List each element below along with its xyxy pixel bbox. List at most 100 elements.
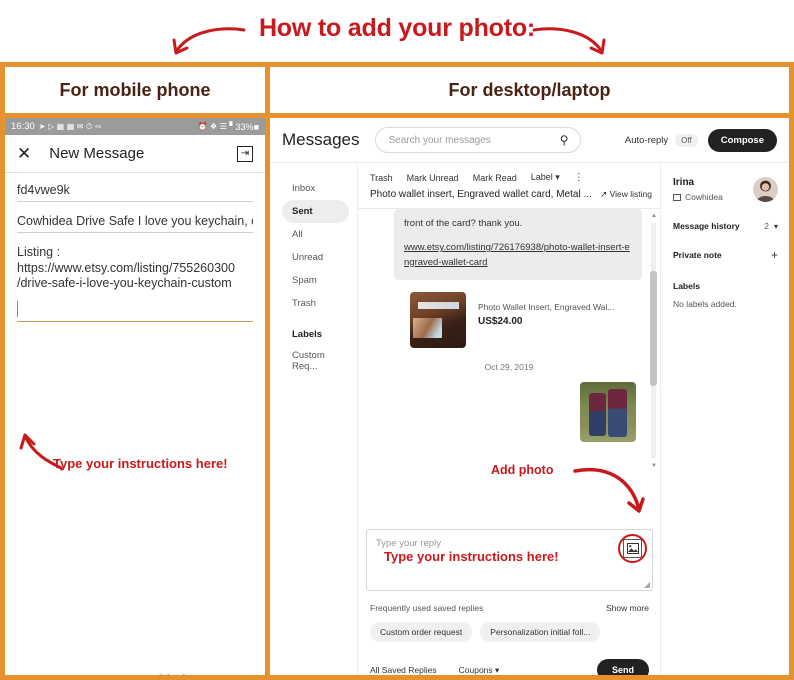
thread-scrollbar[interactable]: ▲ ▼ [650, 213, 657, 469]
saved-reply-chip-personalization[interactable]: Personalization initial foll... [480, 622, 601, 642]
saved-reply-chip-custom-order[interactable]: Custom order request [370, 622, 473, 642]
close-icon[interactable]: ✕ [17, 145, 31, 162]
mobile-message-body-input[interactable] [17, 300, 253, 322]
mobile-listing-url-line1: https://www.etsy.com/listing/755260300 [17, 260, 235, 275]
chevron-down-icon: ▾ [555, 172, 560, 182]
labels-empty-text: No labels added. [673, 299, 737, 309]
bluetooth-icon: ❖ [210, 122, 218, 131]
banner: How to add your photo: [0, 0, 794, 62]
auto-reply-toggle[interactable]: Off [675, 133, 698, 147]
listing-thumbnail [410, 291, 466, 348]
desktop-panel: Messages Search your messages ⚲ Auto-rep… [270, 118, 789, 675]
mobile-listing-url-line2: /drive-safe-i-love-you-keychain-custom [17, 276, 232, 291]
column-heading-desktop: For desktop/laptop [448, 79, 611, 100]
mobile-appbar: ✕ New Message ⇥ [5, 135, 265, 173]
compose-button[interactable]: Compose [707, 128, 777, 152]
sidebar-item-all[interactable]: All [282, 223, 349, 246]
scroll-down-icon[interactable]: ▼ [651, 463, 657, 469]
youtube-icon: ▷ [47, 122, 55, 131]
column-heading-mobile: For mobile phone [59, 79, 211, 100]
resize-handle[interactable]: ◢ [644, 580, 650, 589]
frame-border-bottom [0, 675, 794, 680]
desktop-annotation-add-photo: Add photo [491, 463, 554, 477]
banner-arrow-right-icon [532, 27, 606, 55]
search-input[interactable]: Search your messages ⚲ [375, 127, 582, 153]
desktop-main: Trash Mark Unread Mark Read Label ▾ ⋮ Ph… [358, 163, 661, 675]
e-icon-2: ▦ [66, 122, 75, 131]
sent-photo-attachment[interactable] [580, 381, 636, 442]
shop-icon [673, 193, 681, 201]
all-saved-replies-link[interactable]: All Saved Replies [370, 665, 437, 675]
labels-heading: Labels [673, 281, 700, 291]
avatar[interactable] [753, 177, 778, 202]
coupons-dropdown[interactable]: Coupons ▾ [459, 665, 500, 676]
private-note-row[interactable]: Private note + [673, 249, 778, 261]
image-button-highlight [618, 534, 647, 563]
view-listing-link[interactable]: ↗ View listing [600, 189, 652, 200]
mail-icon: ✉ [76, 122, 84, 131]
mobile-annotation-add-photo: Add photo [145, 672, 210, 675]
action-label[interactable]: Label ▾ [531, 172, 560, 183]
desktop-add-photo-arrow-icon [573, 468, 645, 513]
sidebar-item-trash[interactable]: Trash [282, 292, 349, 315]
sidebar-item-sent[interactable]: Sent [282, 200, 349, 223]
sidebar-item-inbox[interactable]: Inbox [282, 177, 349, 200]
action-mark-unread[interactable]: Mark Unread [407, 173, 459, 183]
send-button[interactable]: Send [596, 659, 649, 675]
search-icon: ⚲ [559, 133, 569, 147]
mobile-panel: 16:30 ➤ ▷ ▦ ▦ ✉ ⏱ ∾ ⏰ ❖ ☰ ▘ 33% ■ ✕ New … [5, 118, 265, 675]
status-right-icons: ⏰ ❖ ☰ ▘ [198, 122, 236, 131]
action-mark-read[interactable]: Mark Read [473, 173, 517, 183]
more-vertical-icon[interactable]: ⋮ [574, 172, 584, 182]
listing-card[interactable]: Photo Wallet Insert, Engraved Wal... US$… [410, 291, 642, 348]
mobile-listing-label: Listing : [17, 245, 61, 259]
mobile-recipient-field[interactable]: fd4vwe9k [17, 173, 253, 202]
message-history-label: Message history [673, 221, 740, 231]
action-trash[interactable]: Trash [370, 173, 393, 183]
desktop-annotation-type-here: Type your instructions here! [384, 549, 559, 564]
banner-title: How to add your photo: [258, 14, 536, 42]
message-history-row[interactable]: Message history 2 ▾ [673, 221, 778, 231]
desktop-sidebar: Inbox Sent All Unread Spam Trash Labels … [270, 163, 358, 675]
contact-shop: Cowhidea [673, 192, 723, 202]
mobile-appbar-title: New Message [49, 145, 145, 162]
status-battery-percent: 33% [235, 121, 254, 132]
battery-icon: ■ [253, 121, 259, 132]
plus-icon[interactable]: + [771, 249, 778, 261]
sidebar-label-custom-req[interactable]: Custom Req... [282, 344, 349, 378]
show-more-link[interactable]: Show more [606, 603, 649, 613]
signal-icon: ☰ [219, 122, 227, 131]
desktop-topbar: Messages Search your messages ⚲ Auto-rep… [270, 118, 789, 163]
desktop-body: Inbox Sent All Unread Spam Trash Labels … [270, 163, 789, 675]
page-root: How to add your photo: For mobile phone … [0, 0, 794, 680]
saved-reply-chips: Custom order request Personalization ini… [370, 622, 649, 642]
mobile-status-bar: 16:30 ➤ ▷ ▦ ▦ ✉ ⏱ ∾ ⏰ ❖ ☰ ▘ 33% ■ [5, 118, 265, 135]
sidebar-item-unread[interactable]: Unread [282, 246, 349, 269]
saved-replies-section: Frequently used saved replies Show more … [358, 603, 661, 675]
send-icon[interactable]: ⇥ [237, 145, 253, 162]
listing-card-title: Photo Wallet Insert, Engraved Wal... [478, 301, 615, 312]
contact-name: Irina [673, 177, 695, 188]
message-bubble-incoming: front of the card? thank you. www.etsy.c… [394, 209, 642, 280]
conversation-subject: Photo wallet insert, Engraved wallet car… [370, 189, 592, 200]
saved-replies-heading: Frequently used saved replies [370, 603, 484, 613]
private-note-label: Private note [673, 250, 722, 260]
mobile-annotation-type-here: Type your instructions here! [53, 456, 228, 471]
telegram-icon: ➤ [38, 122, 46, 131]
alarm-icon: ⏰ [197, 122, 208, 131]
scrollbar-thumb[interactable] [650, 271, 657, 386]
chevron-down-icon-history[interactable]: ▾ [774, 222, 778, 231]
search-placeholder: Search your messages [388, 134, 491, 146]
contact-shop-name: Cowhidea [685, 192, 723, 202]
listing-card-text: Photo Wallet Insert, Engraved Wal... US$… [478, 292, 614, 327]
scroll-up-icon[interactable]: ▲ [651, 213, 657, 219]
conversation-details-panel: Irina Cowhidea Message history 2 ▾ Priva… [661, 163, 788, 675]
reply-bottom-row: All Saved Replies Coupons ▾ Send [370, 659, 649, 675]
message-history-count: 2 [764, 221, 769, 231]
message-link[interactable]: www.etsy.com/listing/726176938/photo-wal… [404, 241, 632, 270]
mobile-subject-field[interactable]: Cowhidea Drive Safe I love you keychain,… [17, 202, 253, 233]
e-icon: ▦ [56, 122, 65, 131]
sidebar-item-spam[interactable]: Spam [282, 269, 349, 292]
contact-text: Irina Cowhidea [673, 177, 723, 202]
auto-reply-label: Auto-reply [624, 134, 669, 146]
